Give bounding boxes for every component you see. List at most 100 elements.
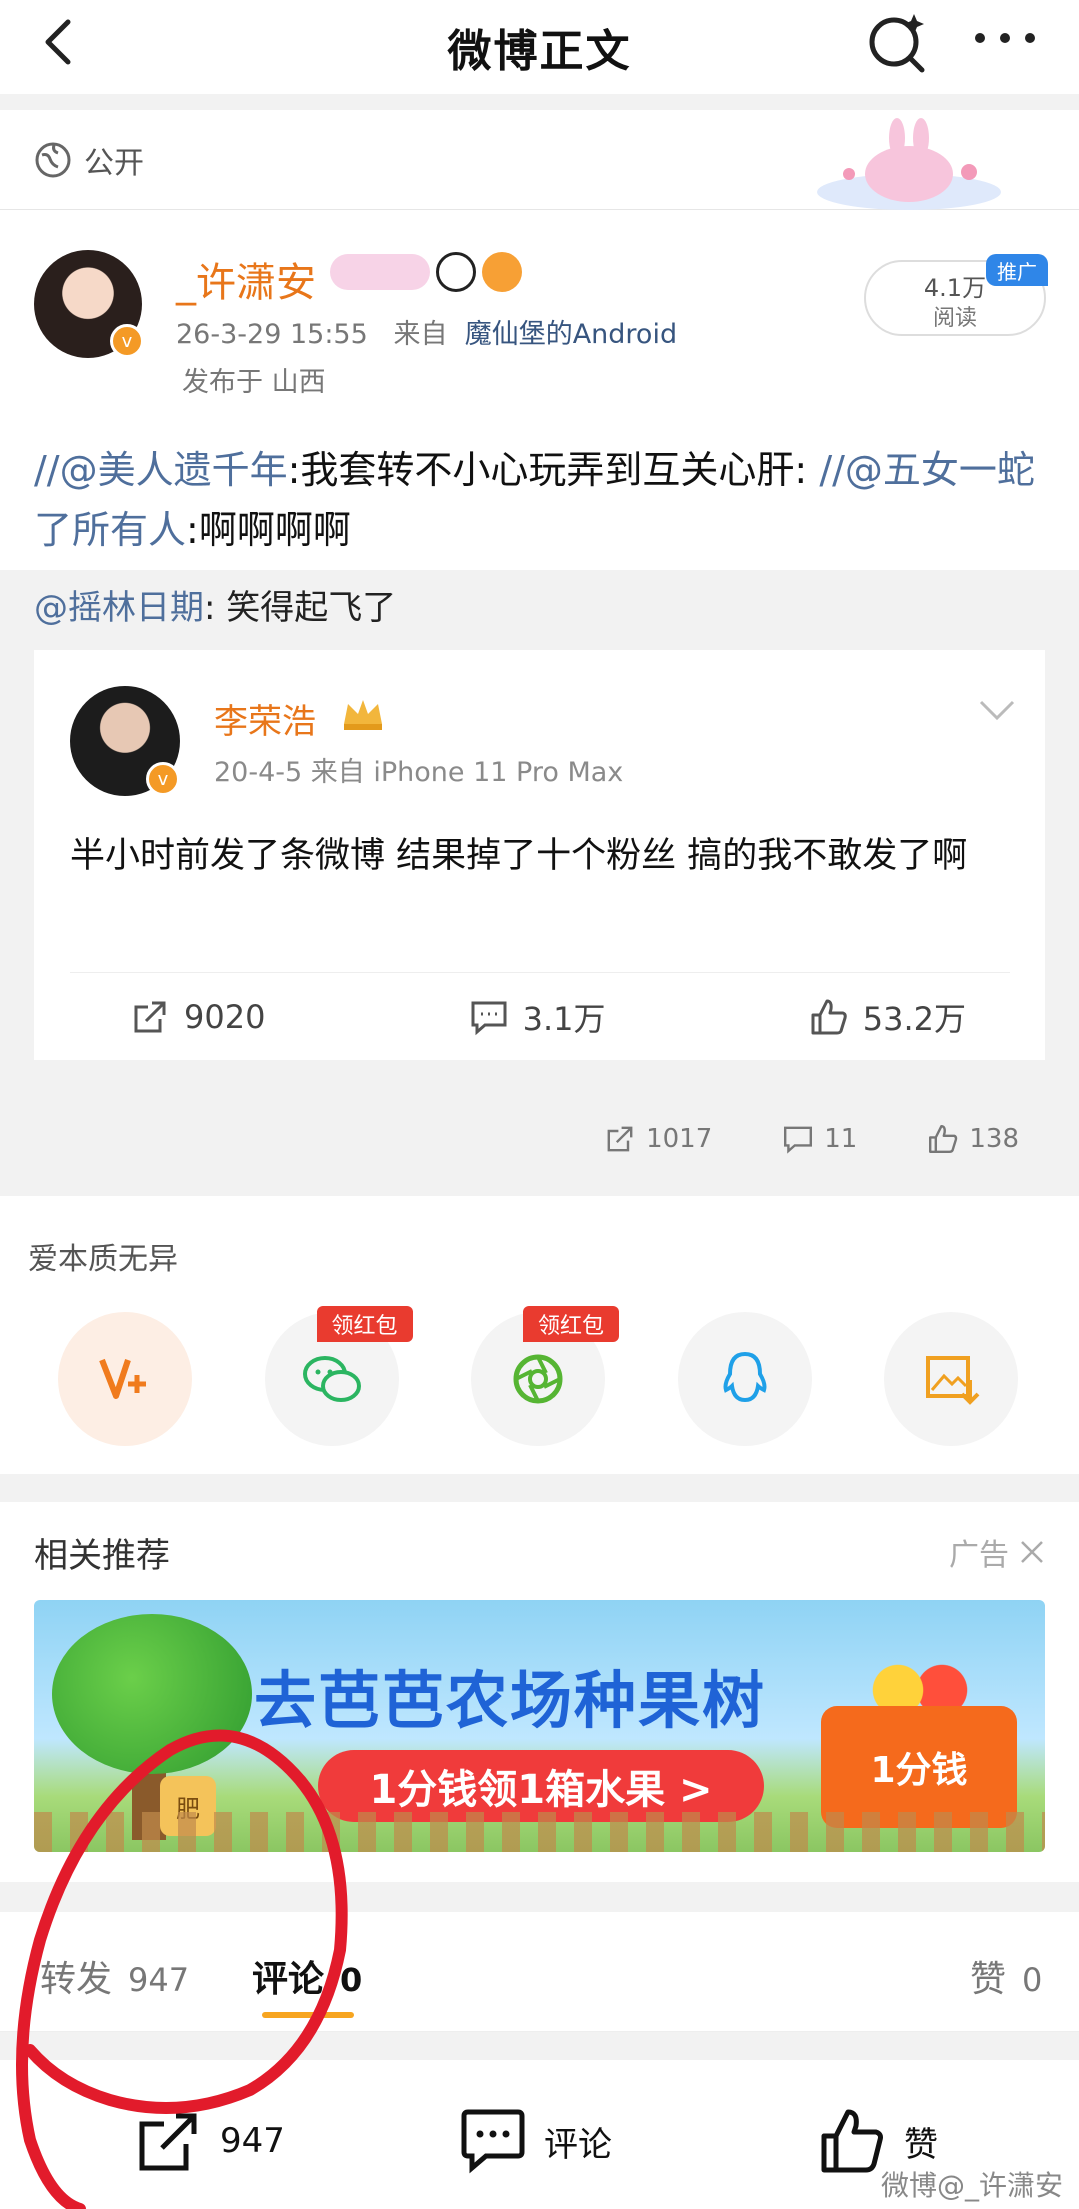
qq-share-button[interactable] [677, 1312, 812, 1446]
bottom-like-label: 赞 [904, 2124, 938, 2165]
save-image-icon [926, 1356, 980, 1405]
share-panel: 爱本质无异 领红包 领红包 [0, 1196, 1079, 1474]
tab-comment[interactable]: 评论 0 [252, 1950, 362, 2002]
original-post-card[interactable]: v 李荣浩 20-4-5 来自 iPhone 11 Pro Max 半小时前发了… [34, 650, 1045, 1060]
back-icon[interactable] [30, 12, 90, 72]
original-repost-count: 9020 [184, 997, 266, 1036]
comment-button[interactable]: 11 [782, 1123, 857, 1155]
tab-repost-count: 947 [128, 1961, 190, 1999]
tab-like[interactable]: 赞0 [970, 1950, 1042, 2002]
top-bar: 微博正文 [0, 0, 1079, 94]
mention-link[interactable]: @摇林日期 [34, 588, 204, 628]
repost-icon [134, 1001, 166, 1032]
reads-badge[interactable]: 4.1万 阅读 推广 [864, 254, 1048, 336]
original-like-button[interactable]: 53.2万 [809, 994, 966, 1040]
bottom-repost-button[interactable]: 947 [134, 2106, 285, 2176]
original-post-meta: 20-4-5 来自 iPhone 11 Pro Max [214, 757, 624, 788]
vplus-share-button[interactable] [58, 1312, 192, 1446]
member-badge-icon[interactable] [330, 254, 430, 290]
ad-dismiss[interactable]: 广告 [949, 1530, 1045, 1574]
post-tabs: 转发 947 评论 0 赞0 [0, 1912, 1079, 2032]
client-link[interactable]: 魔仙堡的Android [465, 319, 677, 350]
red-envelope-tag: 领红包 [316, 1306, 413, 1342]
original-comment-count: 3.1万 [522, 999, 606, 1038]
tree-crown-illustration [52, 1614, 252, 1774]
like-icon [929, 1125, 958, 1153]
tab-like-label: 赞 [970, 1959, 1007, 2000]
repost-count: 1017 [646, 1124, 713, 1154]
bottom-repost-count: 947 [220, 2121, 285, 2161]
bottom-comment-label: 评论 [544, 2124, 612, 2165]
red-envelope-tag: 领红包 [523, 1306, 619, 1342]
panda-badge-icon[interactable] [436, 252, 476, 292]
crown-icon [344, 700, 382, 730]
original-repost-button[interactable]: 9020 [130, 997, 265, 1037]
fence-illustration [34, 1812, 1045, 1852]
original-post-text: 半小时前发了条微博 结果掉了十个粉丝 搞的我不敢发了啊 [70, 836, 968, 876]
tab-repost-label: 转发 [40, 1959, 113, 2000]
post-card: 公开 v _许潇安 26-3-29 15:55 来自 魔仙堡的Android 发… [0, 110, 1079, 1188]
post-meta: 26-3-29 15:55 来自 魔仙堡的Android [176, 312, 677, 351]
wechat-icon [302, 1356, 361, 1402]
repost-chain-segment: :啊啊啊啊 [186, 508, 351, 552]
search-icon[interactable] [862, 6, 932, 76]
quote-text: : 笑得起飞了 [204, 588, 397, 628]
tab-like-count: 0 [1022, 1961, 1043, 1999]
comment-icon [461, 2109, 525, 2174]
like-icon [811, 999, 847, 1034]
share-targets: 领红包 领红包 [58, 1306, 1018, 1446]
original-comment-button[interactable]: 3.1万 [469, 994, 606, 1040]
post-actions: 1017 11 138 [0, 1090, 1079, 1188]
moments-icon [513, 1354, 563, 1404]
promo-tag[interactable]: 推广 [986, 254, 1048, 286]
like-button[interactable]: 138 [927, 1123, 1019, 1155]
original-post-actions: 9020 3.1万 53.2万 [70, 972, 1010, 1060]
tab-comment-label: 评论 [252, 1959, 325, 2000]
close-icon[interactable] [1019, 1539, 1045, 1565]
watermark: 微博@_许潇安 [880, 2169, 1063, 2202]
save-image-button[interactable] [884, 1312, 1018, 1446]
author-badges [330, 252, 522, 292]
verified-badge-icon: v [110, 324, 144, 358]
chevron-down-icon[interactable] [977, 696, 1017, 724]
bottom-comment-button[interactable]: 评论 [458, 2106, 612, 2176]
tab-repost[interactable]: 转发 947 [40, 1950, 189, 2002]
ad-label: 广告 [949, 1538, 1009, 1573]
repost-chain-segment: :我套转不小心玩弄到互关心肝: [287, 448, 808, 492]
related-section: 相关推荐 广告 肥 去芭芭农场种果树 1分钱领1箱水果 > 1分钱 [0, 1502, 1079, 1882]
bunny-cloud-decoration [817, 118, 1001, 210]
fish-badge-icon[interactable] [482, 252, 522, 292]
comment-count: 11 [824, 1124, 858, 1154]
tab-comment-count: 0 [340, 1961, 363, 1999]
repost-icon [607, 1126, 633, 1152]
reads-label: 阅读 [932, 306, 977, 331]
repost-icon [139, 2113, 197, 2171]
comment-icon [471, 1001, 507, 1035]
repost-chain-text: //@美人遗千年:我套转不小心玩弄到互关心肝: //@五女一蛇了所有人:啊啊啊啊 [34, 440, 1044, 560]
author-name[interactable]: _许潇安 [176, 250, 316, 308]
fruit-box-label: 1分钱 [821, 1706, 1017, 1828]
vplus-icon [99, 1358, 146, 1399]
retweet-box[interactable]: @摇林日期: 笑得起飞了 v 李荣浩 20-4-5 来自 iPhone 11 P… [0, 570, 1079, 1188]
privacy-label: 公开 [84, 145, 144, 181]
quote-line: @摇林日期: 笑得起飞了 [34, 580, 396, 629]
bottom-action-bar: 947 评论 赞 微博@_许潇安 [0, 2060, 1079, 2209]
original-like-count: 53.2万 [862, 999, 966, 1038]
mention-link[interactable]: //@美人遗千年 [34, 448, 288, 492]
qq-icon [723, 1351, 766, 1403]
globe-icon [35, 142, 71, 177]
active-tab-indicator [262, 2012, 354, 2018]
verified-badge-icon: v [146, 762, 180, 796]
post-location: 发布于 山西 [182, 367, 326, 398]
post-time: 26-3-29 15:55 [176, 319, 368, 350]
original-author-name[interactable]: 李荣浩 [214, 694, 316, 743]
wechat-share-button[interactable]: 领红包 [264, 1306, 413, 1446]
from-prefix: 来自 [393, 319, 448, 350]
ad-banner[interactable]: 肥 去芭芭农场种果树 1分钱领1箱水果 > 1分钱 [34, 1600, 1045, 1852]
repost-button[interactable]: 1017 [604, 1123, 712, 1155]
moments-share-button[interactable]: 领红包 [471, 1306, 619, 1446]
ad-headline: 去芭芭农场种果树 [254, 1664, 767, 1737]
more-icon[interactable] [970, 18, 1040, 58]
related-title: 相关推荐 [34, 1536, 170, 1576]
like-count: 138 [969, 1124, 1019, 1154]
